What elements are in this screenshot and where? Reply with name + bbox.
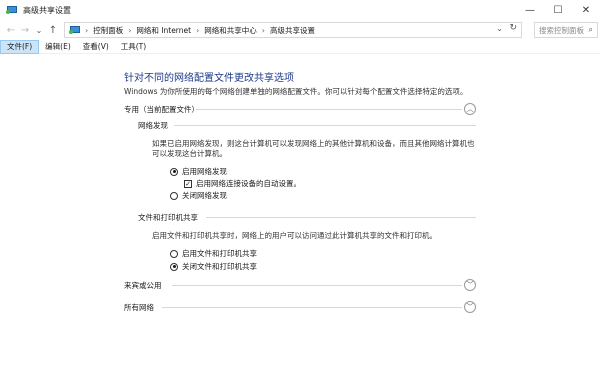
title-bar: 高级共享设置 — ☐ ✕ <box>0 0 600 20</box>
radio-button[interactable] <box>170 191 178 200</box>
search-placeholder: 搜索控制面板 <box>539 25 584 35</box>
file-printer-sharing-title: 文件和打印机共享 <box>138 213 198 222</box>
search-input[interactable]: 搜索控制面板 ⌕ <box>534 22 598 38</box>
menu-file[interactable]: 文件(F) <box>0 39 40 54</box>
breadcrumb-item-network-sharing-center[interactable]: 网络和共享中心 <box>204 25 257 36</box>
breadcrumb[interactable]: › 控制面板 › 网络和 Internet › 网络和共享中心 › 高级共享设置… <box>64 22 522 38</box>
subsection-divider <box>174 125 476 126</box>
recent-locations-button[interactable]: ⌄ <box>32 22 46 38</box>
radio-label: 关闭文件和打印机共享 <box>182 262 257 271</box>
radio-label: 关闭网络发现 <box>182 191 227 200</box>
window-title: 高级共享设置 <box>23 5 71 15</box>
forward-button[interactable]: → <box>18 22 32 38</box>
menu-view[interactable]: 查看(V) <box>77 40 115 54</box>
menu-bar: 文件(F) 编辑(E) 查看(V) 工具(T) <box>0 39 600 54</box>
section-divider <box>196 109 462 110</box>
search-icon[interactable]: ⌕ <box>589 25 593 35</box>
breadcrumb-item-control-panel[interactable]: 控制面板 <box>93 25 123 36</box>
checkbox-auto-setup[interactable]: ✓ 启用网络连接设备的自动设置。 <box>184 178 301 189</box>
breadcrumb-separator[interactable]: › <box>128 26 131 35</box>
section-divider <box>162 307 462 308</box>
network-center-icon <box>6 5 18 15</box>
minimize-button[interactable]: — <box>516 0 544 20</box>
address-bar: ← → ⌄ ↑ › 控制面板 › 网络和 Internet › 网络和共享中心 … <box>0 20 600 40</box>
radio-label: 启用网络发现 <box>182 167 227 176</box>
chevron-down-icon[interactable]: ⌄ <box>496 24 503 33</box>
breadcrumb-item-network-internet[interactable]: 网络和 Internet <box>136 25 191 36</box>
radio-button[interactable] <box>170 167 178 176</box>
section-all-networks-label[interactable]: 所有网络 <box>124 302 154 313</box>
window-controls: — ☐ ✕ <box>516 0 600 20</box>
radio-button[interactable] <box>170 262 178 271</box>
close-button[interactable]: ✕ <box>572 0 600 20</box>
menu-edit[interactable]: 编辑(E) <box>39 40 77 54</box>
breadcrumb-separator[interactable]: › <box>262 26 265 35</box>
expand-all-networks-button[interactable]: ﹀ <box>464 301 476 313</box>
menu-tools[interactable]: 工具(T) <box>115 40 152 54</box>
checkbox-label: 启用网络连接设备的自动设置。 <box>196 179 301 188</box>
network-discovery-title: 网络发现 <box>138 121 168 130</box>
radio-file-sharing-off[interactable]: 关闭文件和打印机共享 <box>170 261 257 272</box>
radio-file-sharing-on[interactable]: 启用文件和打印机共享 <box>170 248 257 259</box>
back-button[interactable]: ← <box>4 22 18 38</box>
file-printer-sharing-description: 启用文件和打印机共享时，网络上的用户可以访问通过此计算机共享的文件和打印机。 <box>152 231 437 240</box>
collapse-private-button[interactable]: ︿ <box>464 103 476 115</box>
section-divider <box>172 285 462 286</box>
breadcrumb-separator[interactable]: › <box>85 26 88 35</box>
breadcrumb-item-advanced-sharing[interactable]: 高级共享设置 <box>270 25 315 36</box>
network-discovery-description: 如果已启用网络发现，则这台计算机可以发现网络上的其他计算机和设备，而且其他网络计… <box>152 139 475 158</box>
radio-button[interactable] <box>170 249 178 258</box>
radio-label: 启用文件和打印机共享 <box>182 249 257 258</box>
refresh-icon[interactable]: ↻ <box>509 23 517 33</box>
up-button[interactable]: ↑ <box>46 22 60 38</box>
radio-network-discovery-off[interactable]: 关闭网络发现 <box>170 190 227 201</box>
checkbox[interactable]: ✓ <box>184 179 192 188</box>
page-title: 针对不同的网络配置文件更改共享选项 <box>124 73 294 84</box>
subsection-divider <box>206 217 476 218</box>
main-content: 针对不同的网络配置文件更改共享选项 Windows 为你所使用的每个网络创建单独… <box>0 55 600 385</box>
radio-network-discovery-on[interactable]: 启用网络发现 <box>170 166 227 177</box>
section-private-label[interactable]: 专用（当前配置文件） <box>124 104 199 115</box>
maximize-button[interactable]: ☐ <box>544 0 572 20</box>
page-description: Windows 为你所使用的每个网络创建单独的网络配置文件。你可以针对每个配置文… <box>124 87 468 96</box>
breadcrumb-separator[interactable]: › <box>196 26 199 35</box>
section-guest-label[interactable]: 来宾或公用 <box>124 280 162 291</box>
expand-guest-button[interactable]: ﹀ <box>464 279 476 291</box>
control-panel-icon <box>69 25 81 35</box>
